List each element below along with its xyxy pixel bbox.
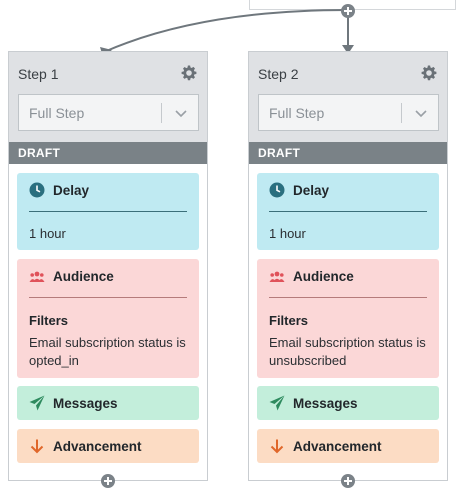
delay-title: Delay (293, 183, 330, 198)
filter-text: Email subscription status is unsubscribe… (269, 335, 426, 368)
branch-connector (103, 9, 349, 53)
step-card-2: Step 2 Full Step DRAFT Delay 1 hour Audi… (248, 51, 448, 481)
step-type-select[interactable]: Full Step (18, 94, 199, 131)
step-title: Step 1 (18, 66, 59, 82)
users-icon (269, 271, 285, 282)
step-type-value: Full Step (29, 105, 85, 121)
select-divider (401, 103, 402, 123)
gear-icon[interactable] (181, 65, 197, 81)
advancement-title: Advancement (293, 439, 382, 454)
arrow-down-icon (30, 439, 44, 454)
users-icon (29, 271, 45, 282)
paper-plane-icon (269, 395, 285, 411)
status-badge: DRAFT (9, 142, 207, 164)
audience-title: Audience (53, 269, 114, 284)
audience-title: Audience (293, 269, 354, 284)
arrow-down-icon (270, 439, 284, 454)
paper-plane-icon (29, 395, 45, 411)
audience-card[interactable]: Audience Filters Email subscription stat… (17, 259, 199, 378)
delay-value: 1 hour (29, 226, 66, 241)
select-divider (161, 103, 162, 123)
status-badge: DRAFT (249, 142, 447, 164)
advancement-card[interactable]: Advancement (257, 429, 439, 463)
step-header: Step 2 Full Step (249, 52, 447, 142)
divider (29, 211, 187, 212)
filters-label: Filters (269, 313, 309, 328)
divider (29, 297, 187, 298)
step-type-value: Full Step (269, 105, 325, 121)
messages-card[interactable]: Messages (17, 386, 199, 420)
audience-card[interactable]: Audience Filters Email subscription stat… (257, 259, 439, 378)
advancement-title: Advancement (53, 439, 142, 454)
divider (269, 297, 427, 298)
advancement-card[interactable]: Advancement (17, 429, 199, 463)
step-card-1: Step 1 Full Step DRAFT Delay 1 hour Audi… (8, 51, 208, 481)
gear-icon[interactable] (421, 65, 437, 81)
delay-card[interactable]: Delay 1 hour (17, 173, 199, 250)
delay-title: Delay (53, 183, 90, 198)
delay-card[interactable]: Delay 1 hour (257, 173, 439, 250)
step-title: Step 2 (258, 66, 299, 82)
filters-label: Filters (29, 313, 69, 328)
add-step-icon[interactable] (341, 474, 355, 488)
messages-title: Messages (293, 396, 358, 411)
clock-icon (269, 182, 285, 198)
step-header: Step 1 Full Step (9, 52, 207, 142)
filter-text: Email subscription status is opted_in (29, 335, 186, 368)
messages-card[interactable]: Messages (257, 386, 439, 420)
divider (269, 211, 427, 212)
chevron-down-icon[interactable] (174, 106, 188, 120)
messages-title: Messages (53, 396, 118, 411)
chevron-down-icon[interactable] (414, 106, 428, 120)
step-type-select[interactable]: Full Step (258, 94, 439, 131)
delay-value: 1 hour (269, 226, 306, 241)
clock-icon (29, 182, 45, 198)
add-step-top-icon[interactable] (341, 4, 355, 18)
add-step-icon[interactable] (101, 474, 115, 488)
